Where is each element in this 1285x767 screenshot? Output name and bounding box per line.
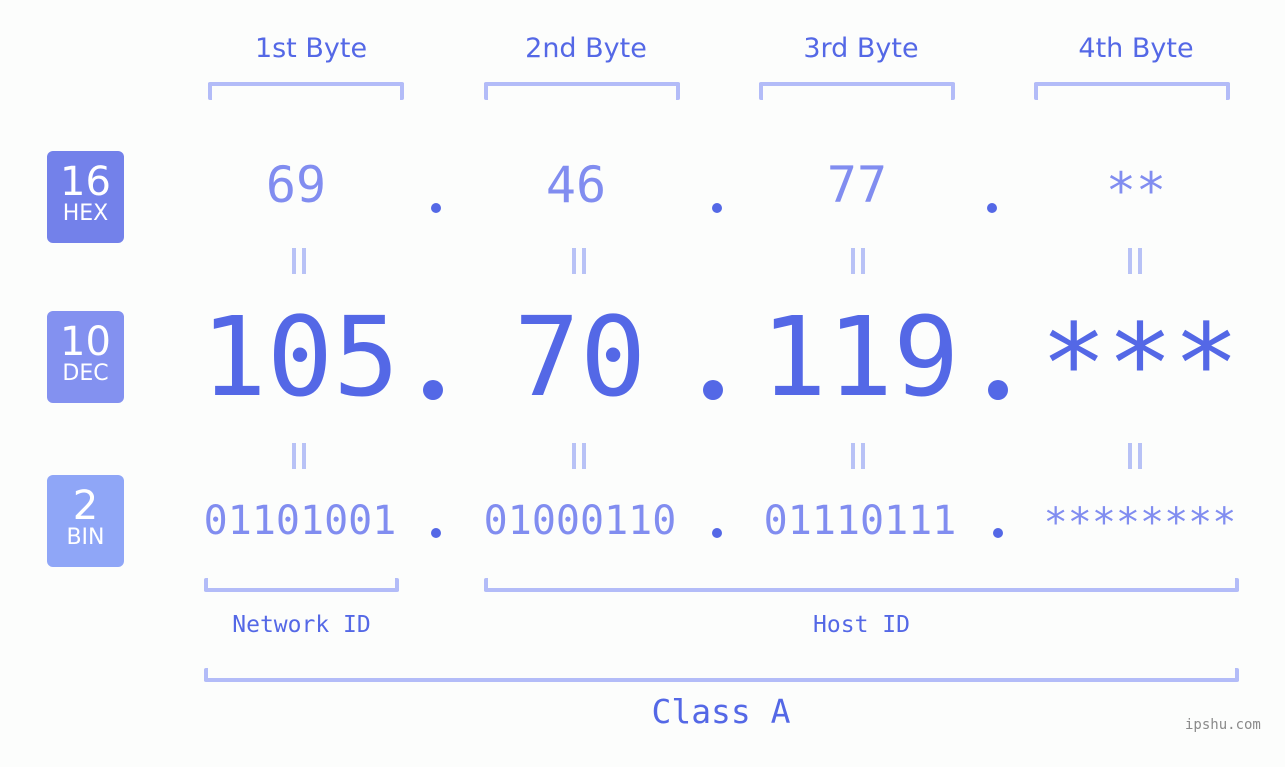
dec-base: 10 xyxy=(60,319,111,365)
dec-byte-4: *** xyxy=(1040,300,1240,428)
bin-label: BIN xyxy=(66,525,105,550)
dec-badge: 10 DEC xyxy=(47,311,124,403)
hex-separator-dot xyxy=(712,203,722,213)
bin-badge: 2 BIN xyxy=(47,475,124,567)
equals-icon xyxy=(1128,443,1142,469)
hex-label: HEX xyxy=(62,201,109,226)
hex-separator-dot xyxy=(987,203,997,213)
byte-4-bracket xyxy=(1034,82,1230,100)
bin-separator-dot xyxy=(993,528,1003,538)
bin-byte-3: 01110111 xyxy=(763,498,957,544)
host-id-label: Host ID xyxy=(813,612,910,638)
equals-icon xyxy=(572,248,586,274)
hex-byte-3: 77 xyxy=(826,156,888,214)
dec-separator-dot xyxy=(423,380,443,400)
equals-icon xyxy=(572,443,586,469)
hex-byte-2: 46 xyxy=(545,156,607,214)
byte-2-bracket xyxy=(484,82,680,100)
byte-header-1: 1st Byte xyxy=(254,33,368,64)
dec-label: DEC xyxy=(62,361,109,386)
dec-separator-dot xyxy=(988,380,1008,400)
network-id-label: Network ID xyxy=(232,612,371,638)
dec-byte-1: 105 xyxy=(200,293,400,421)
host-id-bracket xyxy=(484,578,1239,592)
byte-1-bracket xyxy=(208,82,404,100)
hex-base: 16 xyxy=(60,159,111,205)
equals-icon xyxy=(292,248,306,274)
bin-byte-1: 01101001 xyxy=(203,498,397,544)
dec-separator-dot xyxy=(703,380,723,400)
network-id-bracket xyxy=(204,578,399,592)
dec-byte-3: 119 xyxy=(760,293,960,421)
equals-icon xyxy=(851,443,865,469)
bin-base: 2 xyxy=(72,483,99,529)
dec-byte-2: 70 xyxy=(513,293,647,421)
equals-icon xyxy=(292,443,306,469)
hex-separator-dot xyxy=(431,203,441,213)
bin-separator-dot xyxy=(431,528,441,538)
byte-header-2: 2nd Byte xyxy=(525,33,647,64)
hex-byte-4: ** xyxy=(1105,162,1167,220)
byte-3-bracket xyxy=(759,82,955,100)
class-bracket xyxy=(204,668,1239,682)
equals-icon xyxy=(851,248,865,274)
byte-header-4: 4th Byte xyxy=(1078,33,1194,64)
equals-icon xyxy=(1128,248,1142,274)
bin-byte-4: ******** xyxy=(1043,500,1237,546)
bin-separator-dot xyxy=(712,528,722,538)
site-watermark: ipshu.com xyxy=(1185,717,1261,733)
bin-byte-2: 01000110 xyxy=(483,498,677,544)
byte-header-3: 3rd Byte xyxy=(803,33,919,64)
hex-badge: 16 HEX xyxy=(47,151,124,243)
class-label: Class A xyxy=(651,692,791,731)
hex-byte-1: 69 xyxy=(265,156,327,214)
